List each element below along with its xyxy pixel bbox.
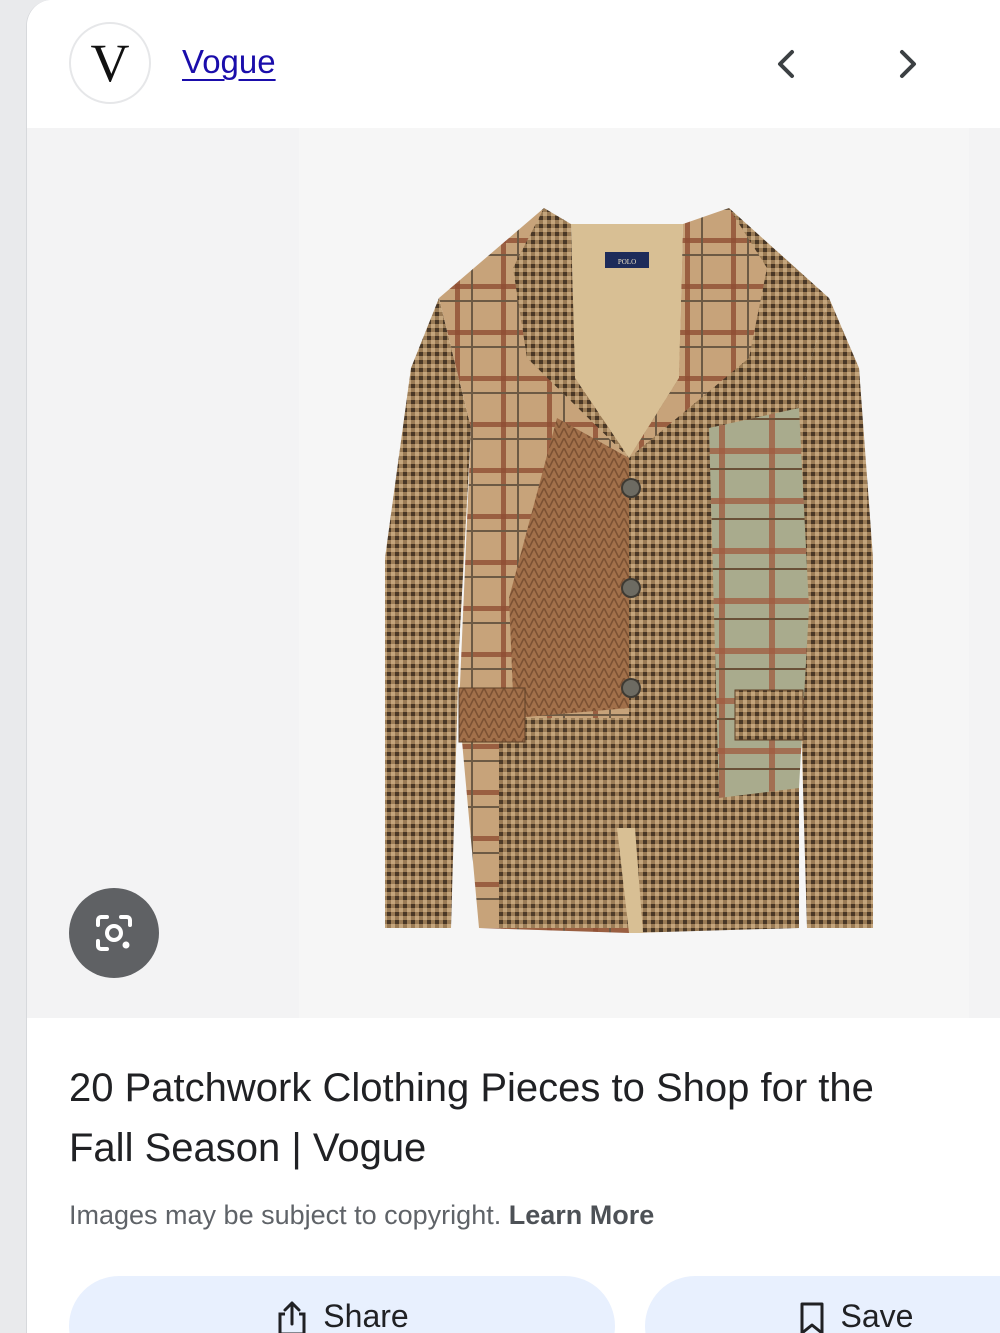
result-title[interactable]: 20 Patchwork Clothing Pieces to Shop for… bbox=[69, 1058, 949, 1178]
source-logo-letter: V bbox=[90, 33, 130, 93]
copyright-text: Images may be subject to copyright. bbox=[69, 1200, 502, 1230]
share-button[interactable]: Share bbox=[69, 1276, 615, 1333]
image-preview[interactable]: POLO bbox=[27, 128, 1000, 1018]
blazer-image: POLO bbox=[385, 208, 873, 933]
blazer-label-text: POLO bbox=[618, 258, 636, 266]
bookmark-icon bbox=[800, 1302, 824, 1333]
learn-more-link[interactable]: Learn More bbox=[509, 1200, 655, 1230]
image-result-card: V Vogue POLO 20 Patchwork Clothing Piece… bbox=[26, 0, 1000, 1333]
chevron-right-icon bbox=[900, 50, 916, 78]
image-backdrop: POLO bbox=[299, 128, 969, 1018]
google-lens-icon bbox=[96, 915, 132, 951]
save-label: Save bbox=[840, 1298, 914, 1333]
previous-result-button[interactable] bbox=[767, 44, 807, 84]
share-label: Share bbox=[323, 1298, 409, 1333]
source-logo[interactable]: V bbox=[69, 22, 151, 104]
next-result-button[interactable] bbox=[887, 44, 927, 84]
save-button[interactable]: Save bbox=[645, 1276, 1000, 1333]
chevron-left-icon bbox=[778, 50, 794, 78]
google-lens-button[interactable] bbox=[69, 888, 159, 978]
source-header: V Vogue bbox=[27, 0, 1000, 128]
share-icon bbox=[278, 1301, 306, 1333]
source-name-link[interactable]: Vogue bbox=[182, 43, 276, 81]
copyright-notice: Images may be subject to copyright. Lear… bbox=[69, 1200, 654, 1231]
